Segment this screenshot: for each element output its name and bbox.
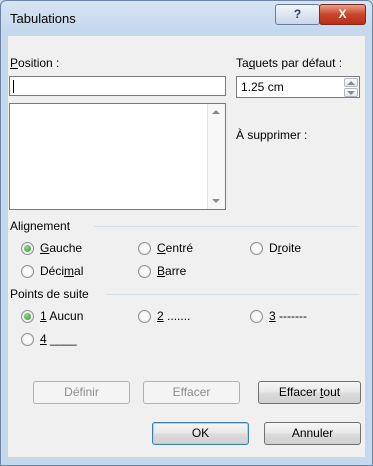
- scroll-up-icon[interactable]: [212, 110, 220, 114]
- clear-button[interactable]: Effacer: [143, 381, 240, 404]
- spin-up-button[interactable]: [344, 78, 358, 87]
- position-label-accel: P: [10, 56, 19, 70]
- leader-group-divider: [106, 294, 359, 295]
- default-tabs-label-pre: Ta: [236, 56, 249, 70]
- default-tabs-label: Taquets par défaut :: [236, 56, 342, 70]
- help-icon: ?: [293, 7, 302, 21]
- spin-up-icon: [347, 81, 355, 85]
- alignment-group-title: Alignement: [10, 219, 71, 233]
- leader-dots-radio[interactable]: [138, 310, 151, 323]
- spin-down-button[interactable]: [344, 88, 358, 97]
- alignment-group-divider: [94, 226, 359, 227]
- clear-all-label-post: out: [323, 385, 341, 399]
- close-icon: X: [338, 7, 347, 21]
- set-button[interactable]: Définir: [33, 381, 130, 404]
- default-tabs-value: 1.25 cm: [241, 80, 284, 94]
- cancel-button[interactable]: Annuler: [264, 422, 361, 445]
- leader-line-radio[interactable]: [21, 333, 34, 346]
- align-center-radio[interactable]: [138, 242, 151, 255]
- close-button[interactable]: X: [319, 4, 366, 25]
- position-list[interactable]: [9, 103, 226, 210]
- align-bar-radio[interactable]: [138, 265, 151, 278]
- leader-dashes-radio[interactable]: [250, 310, 263, 323]
- clear-all-button[interactable]: Effacer tout: [258, 381, 361, 404]
- align-right-radio[interactable]: [250, 242, 263, 255]
- window-title: Tabulations: [10, 11, 76, 26]
- spin-buttons: [344, 78, 358, 97]
- clear-all-label-pre: Effacer: [278, 385, 321, 399]
- align-left-radio[interactable]: [21, 242, 34, 255]
- scroll-down-icon[interactable]: [212, 199, 220, 203]
- title-bar[interactable]: Tabulations ? X: [0, 0, 373, 36]
- leader-none-radio[interactable]: [21, 310, 34, 323]
- spin-down-icon: [347, 91, 355, 95]
- text-caret: [13, 80, 14, 93]
- align-decimal-radio[interactable]: [21, 265, 34, 278]
- default-tabs-label-post: uets par défaut :: [255, 56, 343, 70]
- default-tabs-spinner[interactable]: 1.25 cm: [236, 76, 360, 98]
- position-label-text: osition :: [18, 56, 60, 70]
- ok-button[interactable]: OK: [152, 422, 249, 445]
- help-button[interactable]: ?: [275, 4, 320, 25]
- position-input[interactable]: [9, 76, 226, 96]
- position-list-scrollbar[interactable]: [207, 104, 225, 209]
- leader-group-title: Points de suite: [10, 287, 89, 301]
- position-label: Position :: [10, 56, 59, 70]
- to-delete-label: À supprimer :: [236, 128, 308, 142]
- dialog-body: Position : Taquets par défaut : 1.25 cm …: [8, 36, 365, 457]
